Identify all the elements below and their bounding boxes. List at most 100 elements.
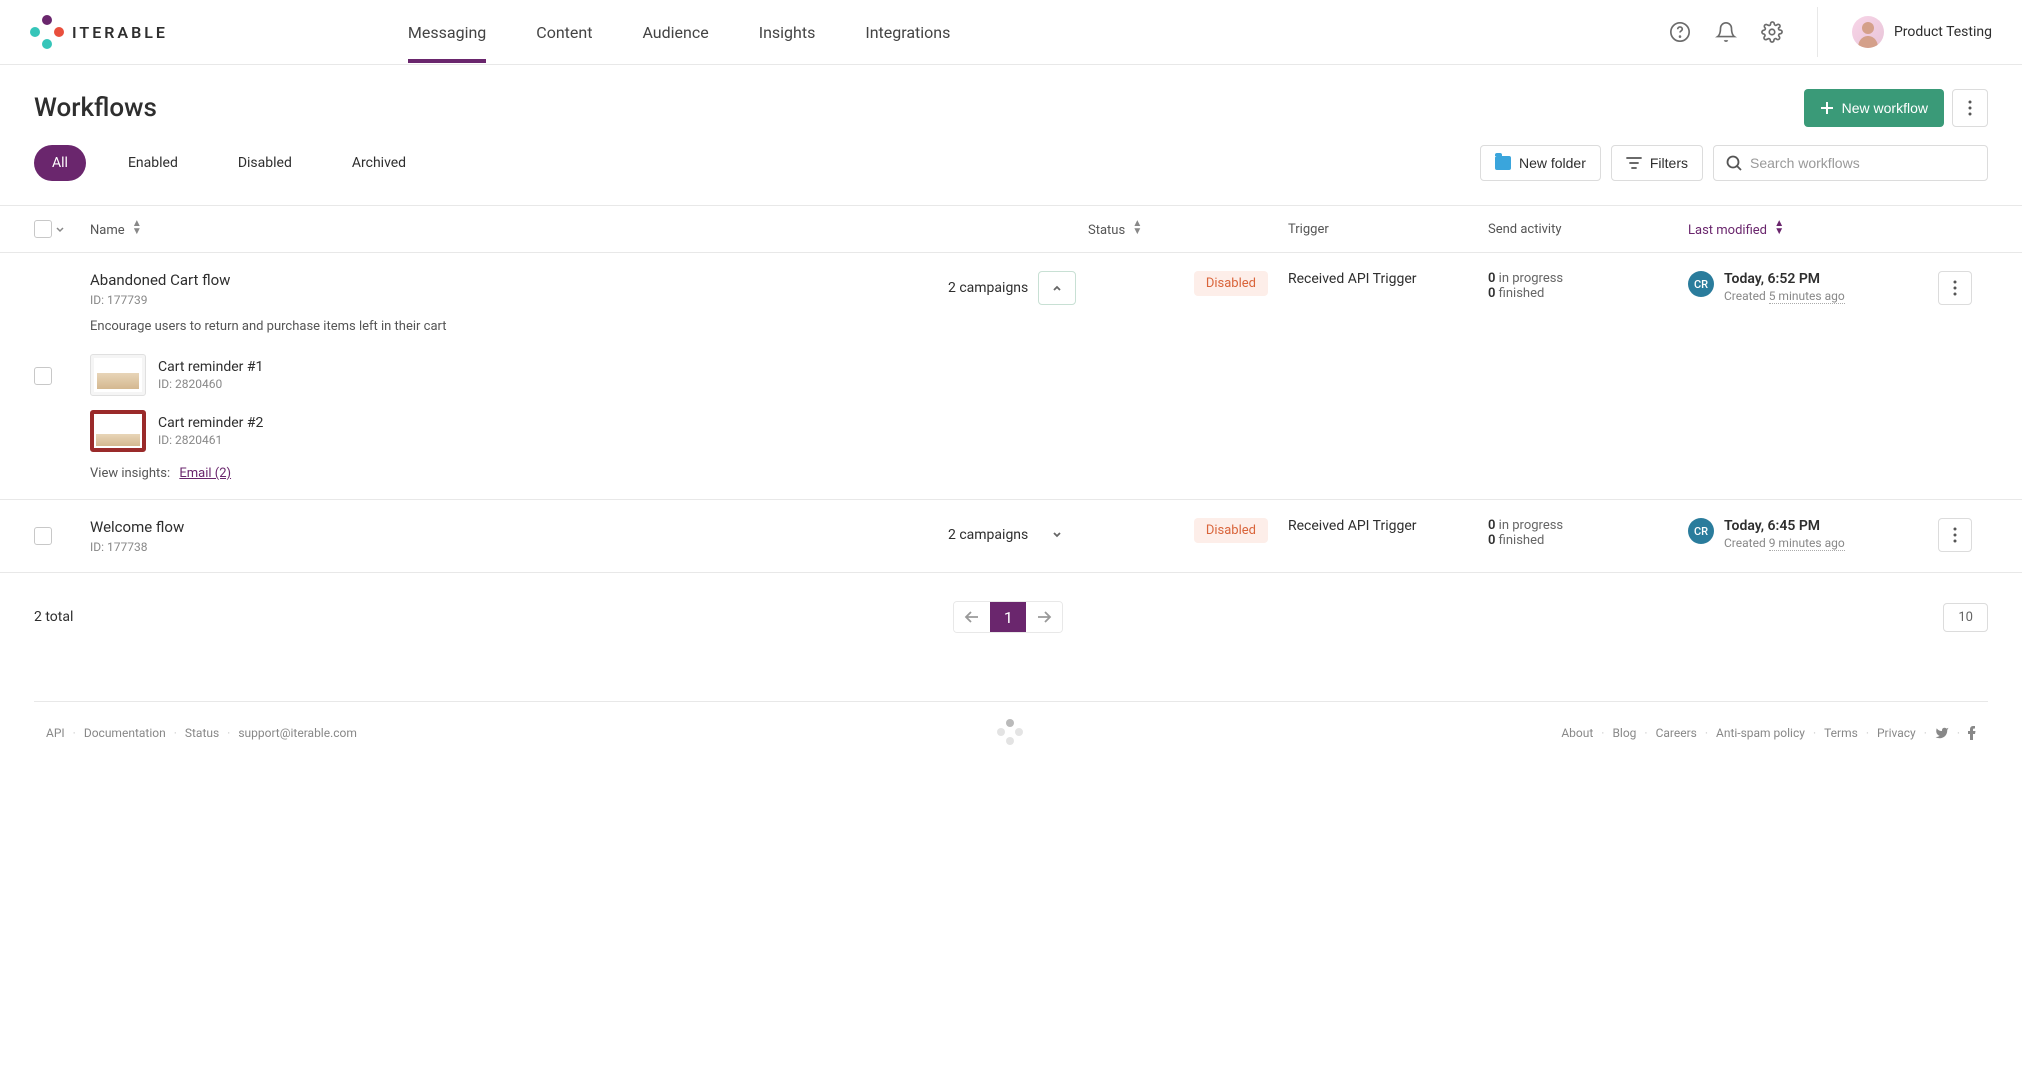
page-size-select[interactable]: 10 xyxy=(1943,603,1988,632)
insights-email-link[interactable]: Email (2) xyxy=(179,466,231,481)
campaign-thumbnail xyxy=(90,354,146,396)
row-checkbox[interactable] xyxy=(34,527,52,545)
campaign-name: Cart reminder #1 xyxy=(158,359,263,375)
column-modified[interactable]: Last modified ▲▼ xyxy=(1688,220,1938,238)
logo[interactable]: ITERABLE xyxy=(30,15,168,49)
column-activity: Send activity xyxy=(1488,222,1688,237)
campaign-item[interactable]: Cart reminder #1 ID: 2820460 xyxy=(90,354,1088,396)
tab-enabled[interactable]: Enabled xyxy=(110,145,196,181)
help-icon[interactable] xyxy=(1669,21,1691,43)
kebab-icon xyxy=(1953,280,1957,296)
footer-docs[interactable]: Documentation xyxy=(84,726,166,740)
status-badge: Disabled xyxy=(1194,271,1268,296)
footer-antispam[interactable]: Anti-spam policy xyxy=(1716,726,1805,740)
arrow-right-icon xyxy=(1036,611,1052,623)
select-all-checkbox[interactable] xyxy=(34,220,66,238)
footer: API· Documentation· Status· support@iter… xyxy=(34,701,1988,764)
new-folder-button[interactable]: New folder xyxy=(1480,145,1601,181)
arrow-left-icon xyxy=(964,611,980,623)
footer-api[interactable]: API xyxy=(46,726,65,740)
campaign-id: ID: 2820461 xyxy=(158,433,263,447)
column-trigger: Trigger xyxy=(1288,222,1488,237)
footer-terms[interactable]: Terms xyxy=(1824,726,1858,740)
next-page-button[interactable] xyxy=(1026,602,1062,632)
prev-page-button[interactable] xyxy=(954,602,990,632)
row-more-button[interactable] xyxy=(1938,518,1972,552)
footer-careers[interactable]: Careers xyxy=(1656,726,1697,740)
campaign-count: 2 campaigns xyxy=(948,280,1028,296)
workflow-name[interactable]: Abandoned Cart flow xyxy=(90,271,1088,289)
avatar xyxy=(1852,16,1884,48)
column-status[interactable]: Status ▲▼ xyxy=(1088,220,1288,238)
more-actions-button[interactable] xyxy=(1952,89,1988,127)
search-input[interactable] xyxy=(1750,155,1975,171)
modified-cell: CR Today, 6:45 PM Created 9 minutes ago xyxy=(1688,518,1938,550)
pagination: 1 xyxy=(953,601,1063,633)
table-row: Welcome flow ID: 177738 2 campaigns Disa… xyxy=(0,500,2022,573)
campaign-list: Cart reminder #1 ID: 2820460 Cart remind… xyxy=(90,354,1088,452)
plus-icon xyxy=(1820,101,1834,115)
insights-line: View insights: Email (2) xyxy=(90,466,1088,481)
footer-support[interactable]: support@iterable.com xyxy=(238,726,357,740)
search-box[interactable] xyxy=(1713,145,1988,181)
user-name: Product Testing xyxy=(1894,24,1992,40)
bell-icon[interactable] xyxy=(1715,21,1737,43)
table-row: Abandoned Cart flow ID: 177739 Encourage… xyxy=(0,253,2022,500)
footer-status[interactable]: Status xyxy=(185,726,219,740)
user-menu[interactable]: Product Testing xyxy=(1852,16,1992,48)
kebab-icon xyxy=(1953,527,1957,543)
trigger-cell: Received API Trigger xyxy=(1288,271,1488,481)
chevron-up-icon xyxy=(1051,282,1063,294)
footer-privacy[interactable]: Privacy xyxy=(1877,726,1916,740)
footer-about[interactable]: About xyxy=(1561,726,1593,740)
expand-button[interactable] xyxy=(1038,518,1076,552)
filter-icon xyxy=(1626,156,1642,170)
tab-all[interactable]: All xyxy=(34,145,86,181)
nav-insights[interactable]: Insights xyxy=(759,3,816,62)
total-count: 2 total xyxy=(34,609,73,625)
divider xyxy=(1817,7,1818,57)
footer-logo xyxy=(997,719,1025,747)
campaign-item[interactable]: Cart reminder #2 ID: 2820461 xyxy=(90,410,1088,452)
campaign-thumbnail xyxy=(90,410,146,452)
page-title: Workflows xyxy=(34,93,157,123)
tab-archived[interactable]: Archived xyxy=(334,145,424,181)
modified-created: Created 9 minutes ago xyxy=(1724,536,1845,550)
campaign-id: ID: 2820460 xyxy=(158,377,263,391)
logo-text: ITERABLE xyxy=(72,23,168,42)
logo-mark-icon xyxy=(30,15,64,49)
sort-icon: ▲▼ xyxy=(132,220,142,236)
column-name[interactable]: Name ▲▼ xyxy=(90,220,1088,238)
row-checkbox[interactable] xyxy=(34,367,52,385)
chevron-down-icon xyxy=(1051,529,1063,541)
workflow-name[interactable]: Welcome flow xyxy=(90,518,1088,536)
modified-time: Today, 6:52 PM xyxy=(1724,271,1845,287)
nav-audience[interactable]: Audience xyxy=(642,3,708,62)
gear-icon[interactable] xyxy=(1761,21,1783,43)
page-1-button[interactable]: 1 xyxy=(990,602,1026,632)
sort-icon: ▲▼ xyxy=(1132,220,1142,236)
user-badge: CR xyxy=(1688,518,1714,544)
twitter-icon[interactable] xyxy=(1935,726,1949,740)
tab-disabled[interactable]: Disabled xyxy=(220,145,310,181)
status-badge: Disabled xyxy=(1194,518,1268,543)
nav-messaging[interactable]: Messaging xyxy=(408,3,486,62)
filters-button[interactable]: Filters xyxy=(1611,145,1703,181)
row-more-button[interactable] xyxy=(1938,271,1972,305)
workflow-description: Encourage users to return and purchase i… xyxy=(90,319,1088,334)
nav-content[interactable]: Content xyxy=(536,3,592,62)
activity-cell: 0 in progress 0 finished xyxy=(1488,518,1688,554)
top-header: ITERABLE Messaging Content Audience Insi… xyxy=(0,0,2022,65)
footer-blog[interactable]: Blog xyxy=(1612,726,1636,740)
collapse-button[interactable] xyxy=(1038,271,1076,305)
pagination-bar: 2 total 1 10 xyxy=(0,573,2022,661)
modified-cell: CR Today, 6:52 PM Created 5 minutes ago xyxy=(1688,271,1938,303)
activity-cell: 0 in progress 0 finished xyxy=(1488,271,1688,481)
campaign-count: 2 campaigns xyxy=(948,527,1028,543)
workflow-id: ID: 177739 xyxy=(90,293,1088,307)
chevron-down-icon xyxy=(54,223,66,235)
new-workflow-button[interactable]: New workflow xyxy=(1804,89,1944,127)
nav-integrations[interactable]: Integrations xyxy=(865,3,950,62)
facebook-icon[interactable] xyxy=(1968,726,1976,740)
trigger-cell: Received API Trigger xyxy=(1288,518,1488,554)
